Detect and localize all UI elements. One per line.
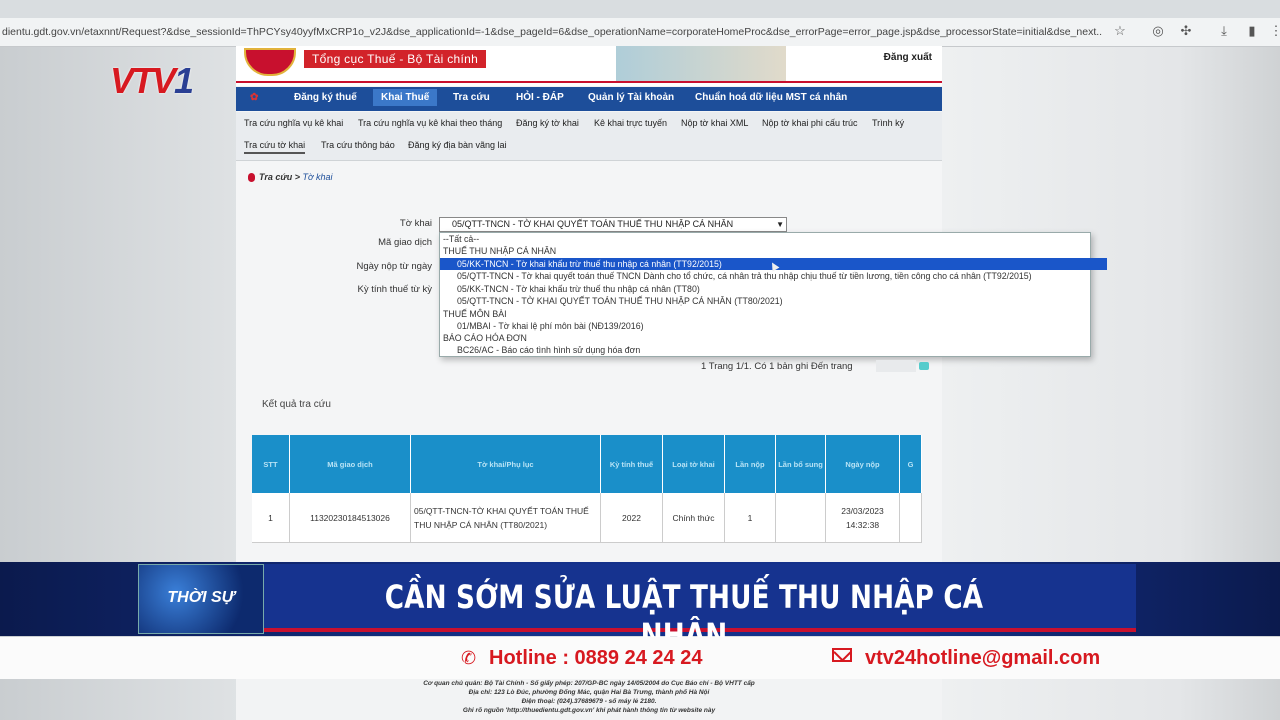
table-cell: 1 xyxy=(725,493,776,543)
subnav-nop-to-khai-xml[interactable]: Nộp tờ khai XML xyxy=(681,118,748,128)
star-icon[interactable]: ☆ xyxy=(1112,23,1128,39)
table-header: Kỳ tính thuế xyxy=(601,435,663,493)
header-banner-image xyxy=(616,46,786,82)
footer-line: Điện thoại: (024).37689679 - số máy lẻ 2… xyxy=(521,698,657,705)
site-header: Tổng cục Thuế - Bộ Tài chính Đăng xuất xyxy=(236,46,942,86)
national-emblem-icon xyxy=(244,48,296,76)
subnav-tra-cuu-nghia-vu-thang[interactable]: Tra cứu nghĩa vụ kê khai theo tháng xyxy=(358,118,502,128)
vtv1-logo: VTV1 xyxy=(110,60,194,102)
subnav-dang-ky-dia-ban[interactable]: Đăng ký địa bàn vãng lai xyxy=(408,140,507,150)
nav-khai-thue[interactable]: Khai Thuế xyxy=(373,89,438,106)
table-header: G xyxy=(900,435,922,493)
phone-icon: ✆ xyxy=(461,648,477,668)
bullet-icon xyxy=(248,173,255,183)
chevron-down-icon: ▼ xyxy=(776,220,784,229)
vtv-logo-text: VTV xyxy=(110,60,176,101)
footer-line: Cơ quan chủ quản: Bộ Tài Chính - Số giấy… xyxy=(423,680,755,687)
sub-nav: Tra cứu nghĩa vụ kê khai Tra cứu nghĩa v… xyxy=(236,112,942,161)
table-cell: 23/03/2023 14:32:38 xyxy=(826,493,900,543)
table-cell: 2022 xyxy=(601,493,663,543)
url-text[interactable]: dientu.gdt.gov.vn/etaxnnt/Request?&dse_s… xyxy=(2,26,1102,38)
label-ky-tinh-thue: Kỳ tính thuế từ kỳ xyxy=(357,284,432,295)
table-header: STT xyxy=(252,435,290,493)
breadcrumb-sep: > xyxy=(292,172,303,182)
table-cell xyxy=(900,493,922,543)
dropdown-group: BÁO CÁO HÓA ĐƠN xyxy=(443,333,527,343)
dropdown-option[interactable]: 01/MBAI - Tờ khai lệ phí môn bài (NĐ139/… xyxy=(440,320,1107,332)
to-khai-dropdown[interactable]: --Tất cả-- THUẾ THU NHẬP CÁ NHÂN 05/KK-T… xyxy=(439,232,1107,357)
breadcrumb-root[interactable]: Tra cứu xyxy=(259,172,292,182)
dropdown-option[interactable]: 05/QTT-TNCN - Tờ khai quyết toán thuế TN… xyxy=(440,270,1107,282)
table-cell: Chính thức xyxy=(663,493,725,543)
browser-address-bar[interactable]: dientu.gdt.gov.vn/etaxnnt/Request?&dse_s… xyxy=(0,18,1280,47)
header-divider xyxy=(236,81,942,83)
tax-portal-page: Tổng cục Thuế - Bộ Tài chính Đăng xuất ✿… xyxy=(236,46,1107,566)
page-number-input[interactable] xyxy=(876,360,916,372)
nav-dang-ky-thue[interactable]: Đăng ký thuế xyxy=(294,92,357,103)
table-header: Loại tờ khai xyxy=(663,435,725,493)
logout-link[interactable]: Đăng xuất xyxy=(884,52,932,63)
table-cell: 05/QTT-TNCN-TỜ KHAI QUYẾT TOÁN THUẾ THU … xyxy=(411,493,601,543)
thoi-su-tag: THỜI SỰ xyxy=(138,564,264,634)
to-khai-select[interactable]: 05/QTT-TNCN - TỜ KHAI QUYẾT TOÁN THUẾ TH… xyxy=(439,217,787,232)
subnav-tra-cuu-thong-bao[interactable]: Tra cứu thông báo xyxy=(321,140,395,150)
subnav-dang-ky-to-khai[interactable]: Đăng ký tờ khai xyxy=(516,118,579,128)
nav-tra-cuu[interactable]: Tra cứu xyxy=(453,92,490,103)
table-header: Ngày nộp xyxy=(826,435,900,493)
table-header: Lần nộp xyxy=(725,435,776,493)
hotline-text: Hotline : 0889 24 24 24 xyxy=(489,647,703,669)
subnav-tra-cuu-to-khai[interactable]: Tra cứu tờ khai xyxy=(244,140,306,154)
breadcrumb: Tra cứu > Tờ khai xyxy=(248,172,333,183)
table-header: Lần bổ sung xyxy=(776,435,826,493)
label-to-khai: Tờ khai xyxy=(399,218,432,229)
table-header: Mã giao dịch xyxy=(290,435,411,493)
vtv-logo-number: 1 xyxy=(174,60,194,101)
pagination-text: 1 Trang 1/1. Có 1 bản ghi Đến trang xyxy=(701,361,853,372)
table-cell[interactable]: 11320230184513026 xyxy=(290,493,411,543)
home-icon[interactable]: ✿ xyxy=(250,92,258,103)
table-cell xyxy=(776,493,826,543)
label-ma-giao-dich: Mã giao dịch xyxy=(378,237,432,248)
subnav-trinh-ky[interactable]: Trình ký xyxy=(872,118,904,128)
results-title: Kết quả tra cứu xyxy=(262,399,331,410)
menu-icon[interactable]: ⋮ xyxy=(1268,23,1280,39)
mail-icon xyxy=(832,648,852,662)
extension-icon[interactable]: ◎ xyxy=(1150,23,1166,39)
download-icon[interactable]: ⤓ xyxy=(1216,23,1232,39)
dropdown-option[interactable]: 05/QTT-TNCN - TỜ KHAI QUYẾT TOÁN THUẾ TH… xyxy=(440,295,1107,307)
subnav-ke-khai-truc-tuyen[interactable]: Kê khai trực tuyến xyxy=(594,118,667,128)
main-nav: ✿ Đăng ký thuế Khai Thuế Tra cứu HỎI - Đ… xyxy=(236,87,942,111)
footer-line: Địa chỉ: 123 Lò Đúc, phường Đống Mác, qu… xyxy=(468,689,710,696)
label-ngay-nop: Ngày nộp từ ngày xyxy=(356,261,432,272)
dropdown-option[interactable]: --Tất cả-- xyxy=(440,233,1093,245)
dropdown-option[interactable]: 05/KK-TNCN - Tờ khai khấu trừ thuế thu n… xyxy=(440,283,1107,295)
nav-hoi-dap[interactable]: HỎI - ĐÁP xyxy=(516,92,564,103)
to-khai-selected-value: 05/QTT-TNCN - TỜ KHAI QUYẾT TOÁN THUẾ TH… xyxy=(452,219,734,229)
go-page-icon[interactable] xyxy=(919,362,929,370)
nav-chuan-hoa-mst[interactable]: Chuẩn hoá dữ liệu MST cá nhân xyxy=(695,92,847,103)
puzzle-icon[interactable]: ✣ xyxy=(1178,23,1194,39)
nav-quan-ly-tai-khoan[interactable]: Quản lý Tài khoản xyxy=(588,92,674,103)
footer-line: Ghi rõ nguồn 'http://thuedientu.gdt.gov.… xyxy=(462,707,716,714)
org-name: Tổng cục Thuế - Bộ Tài chính xyxy=(304,50,487,68)
site-footer: Cơ quan chủ quản: Bộ Tài Chính - Số giấy… xyxy=(236,679,942,720)
table-cell: 1 xyxy=(252,493,290,543)
dropdown-option[interactable]: BC26/AC - Báo cáo tình hình sử dụng hóa … xyxy=(440,344,1107,356)
breadcrumb-current: Tờ khai xyxy=(302,172,333,182)
dropdown-group: THUẾ MÔN BÀI xyxy=(443,309,507,319)
thoi-su-label: THỜI SỰ xyxy=(167,589,235,606)
subnav-tra-cuu-nghia-vu[interactable]: Tra cứu nghĩa vụ kê khai xyxy=(244,118,343,128)
email-text: vtv24hotline@gmail.com xyxy=(865,647,1101,669)
dropdown-group: THUẾ THU NHẬP CÁ NHÂN xyxy=(443,246,557,256)
table-header: Tờ khai/Phụ lục xyxy=(411,435,601,493)
sidepanel-icon[interactable]: ▮ xyxy=(1244,23,1260,39)
subnav-nop-phi-cau-truc[interactable]: Nộp tờ khai phi cấu trúc xyxy=(762,118,857,128)
